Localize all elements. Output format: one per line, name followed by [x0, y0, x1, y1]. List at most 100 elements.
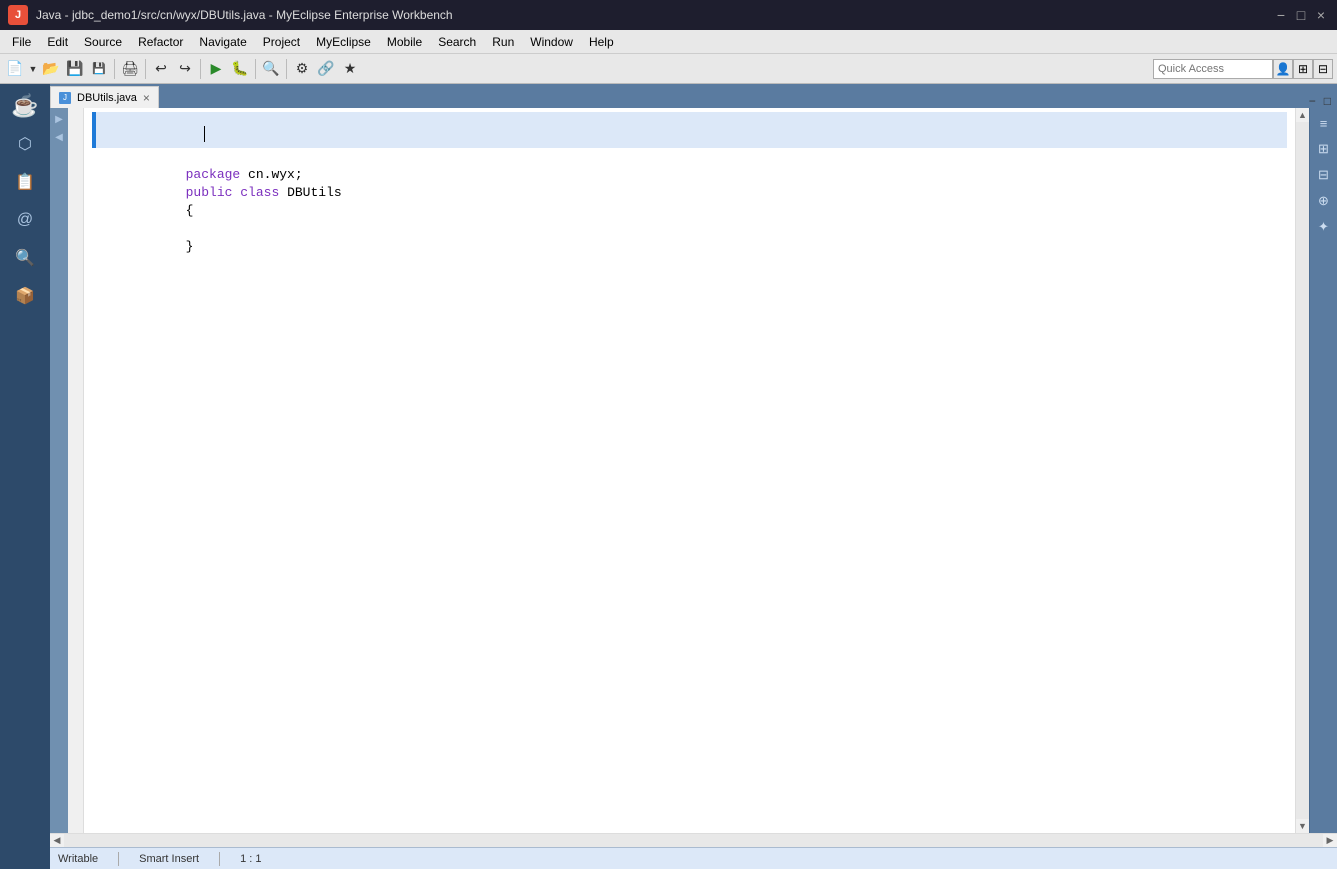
toolbar-extra-2[interactable]: 🔗 — [315, 58, 337, 80]
menu-bar: File Edit Source Refactor Navigate Proje… — [0, 30, 1337, 54]
scroll-up-arrow[interactable]: ▲ — [1296, 108, 1310, 122]
menu-project[interactable]: Project — [255, 33, 308, 51]
status-bar: Writable Smart Insert 1 : 1 — [50, 847, 1337, 869]
quick-access-icon1[interactable]: 👤 — [1273, 59, 1293, 79]
editor-container: J DBUtils.java × − □ ▶ ◀ — [50, 84, 1337, 869]
active-line-indicator-2 — [92, 130, 96, 148]
narrow-icon-1[interactable]: ▶ — [52, 112, 66, 126]
close-button[interactable]: × — [1313, 7, 1329, 23]
main-area: ☕ ⬡ 📋 @ 🔍 📦 J DBUtils.java × − □ ▶ ◀ — [0, 84, 1337, 869]
tab-bar: J DBUtils.java × − □ — [50, 84, 1337, 108]
code-open-brace: { — [186, 203, 194, 218]
code-close-brace: } — [186, 239, 194, 254]
window-controls: − □ × — [1273, 7, 1329, 23]
tab-minimize[interactable]: − — [1307, 94, 1318, 108]
code-line-6 — [92, 202, 1287, 220]
scroll-left-arrow[interactable]: ◀ — [50, 834, 64, 848]
status-sep-1 — [118, 852, 119, 866]
code-line-7: } — [92, 220, 1287, 238]
code-area[interactable]: package cn.wyx; public class DBUtils { — [84, 108, 1295, 833]
code-class-name: DBUtils — [279, 185, 341, 200]
title-bar: J Java - jdbc_demo1/src/cn/wyx/DBUtils.j… — [0, 0, 1337, 30]
menu-edit[interactable]: Edit — [39, 33, 76, 51]
tab-maximize[interactable]: □ — [1322, 94, 1333, 108]
code-line-3 — [92, 148, 1287, 166]
minimize-button[interactable]: − — [1273, 7, 1289, 23]
right-icon-3[interactable]: ⊟ — [1313, 164, 1335, 186]
quick-access-icon3[interactable]: ⊟ — [1313, 59, 1333, 79]
scroll-right-arrow[interactable]: ▶ — [1323, 834, 1337, 848]
quick-access-box: 👤 ⊞ ⊟ — [1153, 59, 1333, 79]
sidebar-icon-5[interactable]: 📦 — [7, 278, 43, 314]
menu-source[interactable]: Source — [76, 33, 130, 51]
tab-close-button[interactable]: × — [143, 91, 150, 105]
tab-label: DBUtils.java — [77, 92, 137, 104]
code-keyword-class: class — [240, 185, 279, 200]
status-smart-insert: Smart Insert — [139, 853, 199, 865]
editor-area[interactable]: package cn.wyx; public class DBUtils { — [68, 108, 1309, 833]
status-position: 1 : 1 — [240, 853, 261, 865]
right-icon-5[interactable]: ✦ — [1313, 216, 1335, 238]
right-icon-2[interactable]: ⊞ — [1313, 138, 1335, 160]
toolbar-redo[interactable]: ↪ — [174, 58, 196, 80]
menu-mobile[interactable]: Mobile — [379, 33, 430, 51]
editor-tab-dbutils[interactable]: J DBUtils.java × — [50, 86, 159, 108]
toolbar-extra-3[interactable]: ★ — [339, 58, 361, 80]
editor-wrapper: ▶ ◀ package cn — [50, 108, 1337, 833]
horizontal-scrollbar[interactable]: ◀ ▶ — [50, 833, 1337, 847]
toolbar-dropdown-1[interactable]: ▼ — [28, 58, 38, 80]
code-keyword-public: public — [186, 185, 233, 200]
sidebar-icon-4[interactable]: 🔍 — [7, 240, 43, 276]
code-package-name: cn.wyx; — [240, 167, 302, 182]
menu-window[interactable]: Window — [522, 33, 581, 51]
toolbar-save[interactable]: 💾 — [64, 58, 86, 80]
toolbar-undo[interactable]: ↩ — [150, 58, 172, 80]
toolbar-open[interactable]: 📂 — [40, 58, 62, 80]
menu-run[interactable]: Run — [484, 33, 522, 51]
sidebar-icon-2[interactable]: 📋 — [7, 164, 43, 200]
h-scroll-track[interactable] — [64, 834, 1323, 847]
active-line-indicator — [92, 112, 96, 130]
left-sidebar: ☕ ⬡ 📋 @ 🔍 📦 — [0, 84, 50, 869]
code-keyword-package: package — [186, 167, 241, 182]
right-sidebar: ≡ ⊞ ⊟ ⊕ ✦ — [1309, 108, 1337, 833]
quick-access-input[interactable] — [1153, 59, 1273, 79]
menu-myeclipse[interactable]: MyEclipse — [308, 33, 379, 51]
sidebar-icon-java[interactable]: ☕ — [7, 88, 43, 124]
toolbar-sep-5 — [286, 59, 287, 79]
toolbar-print[interactable]: 🖨 — [119, 58, 141, 80]
vertical-scrollbar[interactable]: ▲ ▼ — [1295, 108, 1309, 833]
toolbar-save-all[interactable]: 💾 — [88, 58, 110, 80]
menu-search[interactable]: Search — [430, 33, 484, 51]
right-icon-1[interactable]: ≡ — [1313, 112, 1335, 134]
code-line-1 — [92, 112, 1287, 130]
maximize-button[interactable]: □ — [1293, 7, 1309, 23]
scroll-track[interactable] — [1296, 122, 1309, 819]
toolbar-extra-1[interactable]: ⚙ — [291, 58, 313, 80]
toolbar-sep-4 — [255, 59, 256, 79]
sidebar-icon-1[interactable]: ⬡ — [7, 126, 43, 162]
code-line-2: package cn.wyx; — [92, 130, 1287, 148]
narrow-icon-2[interactable]: ◀ — [52, 130, 66, 144]
sidebar-icon-3[interactable]: @ — [7, 202, 43, 238]
narrow-left-strip: ▶ ◀ — [50, 108, 68, 833]
toolbar-debug[interactable]: 🐛 — [229, 58, 251, 80]
toolbar-run[interactable]: ▶ — [205, 58, 227, 80]
scroll-down-arrow[interactable]: ▼ — [1296, 819, 1310, 833]
window-title: Java - jdbc_demo1/src/cn/wyx/DBUtils.jav… — [36, 8, 1265, 22]
quick-access-icon2[interactable]: ⊞ — [1293, 59, 1313, 79]
toolbar: 📄 ▼ 📂 💾 💾 🖨 ↩ ↪ ▶ 🐛 🔍 ⚙ 🔗 ★ 👤 ⊞ ⊟ — [0, 54, 1337, 84]
tab-java-icon: J — [59, 92, 71, 104]
status-sep-2 — [219, 852, 220, 866]
menu-navigate[interactable]: Navigate — [191, 33, 254, 51]
toolbar-sep-3 — [200, 59, 201, 79]
toolbar-sep-2 — [145, 59, 146, 79]
right-icon-4[interactable]: ⊕ — [1313, 190, 1335, 212]
toolbar-search[interactable]: 🔍 — [260, 58, 282, 80]
text-cursor — [204, 126, 205, 142]
menu-file[interactable]: File — [4, 33, 39, 51]
menu-help[interactable]: Help — [581, 33, 622, 51]
toolbar-new[interactable]: 📄 — [4, 58, 26, 80]
menu-refactor[interactable]: Refactor — [130, 33, 191, 51]
app-icon: J — [8, 5, 28, 25]
